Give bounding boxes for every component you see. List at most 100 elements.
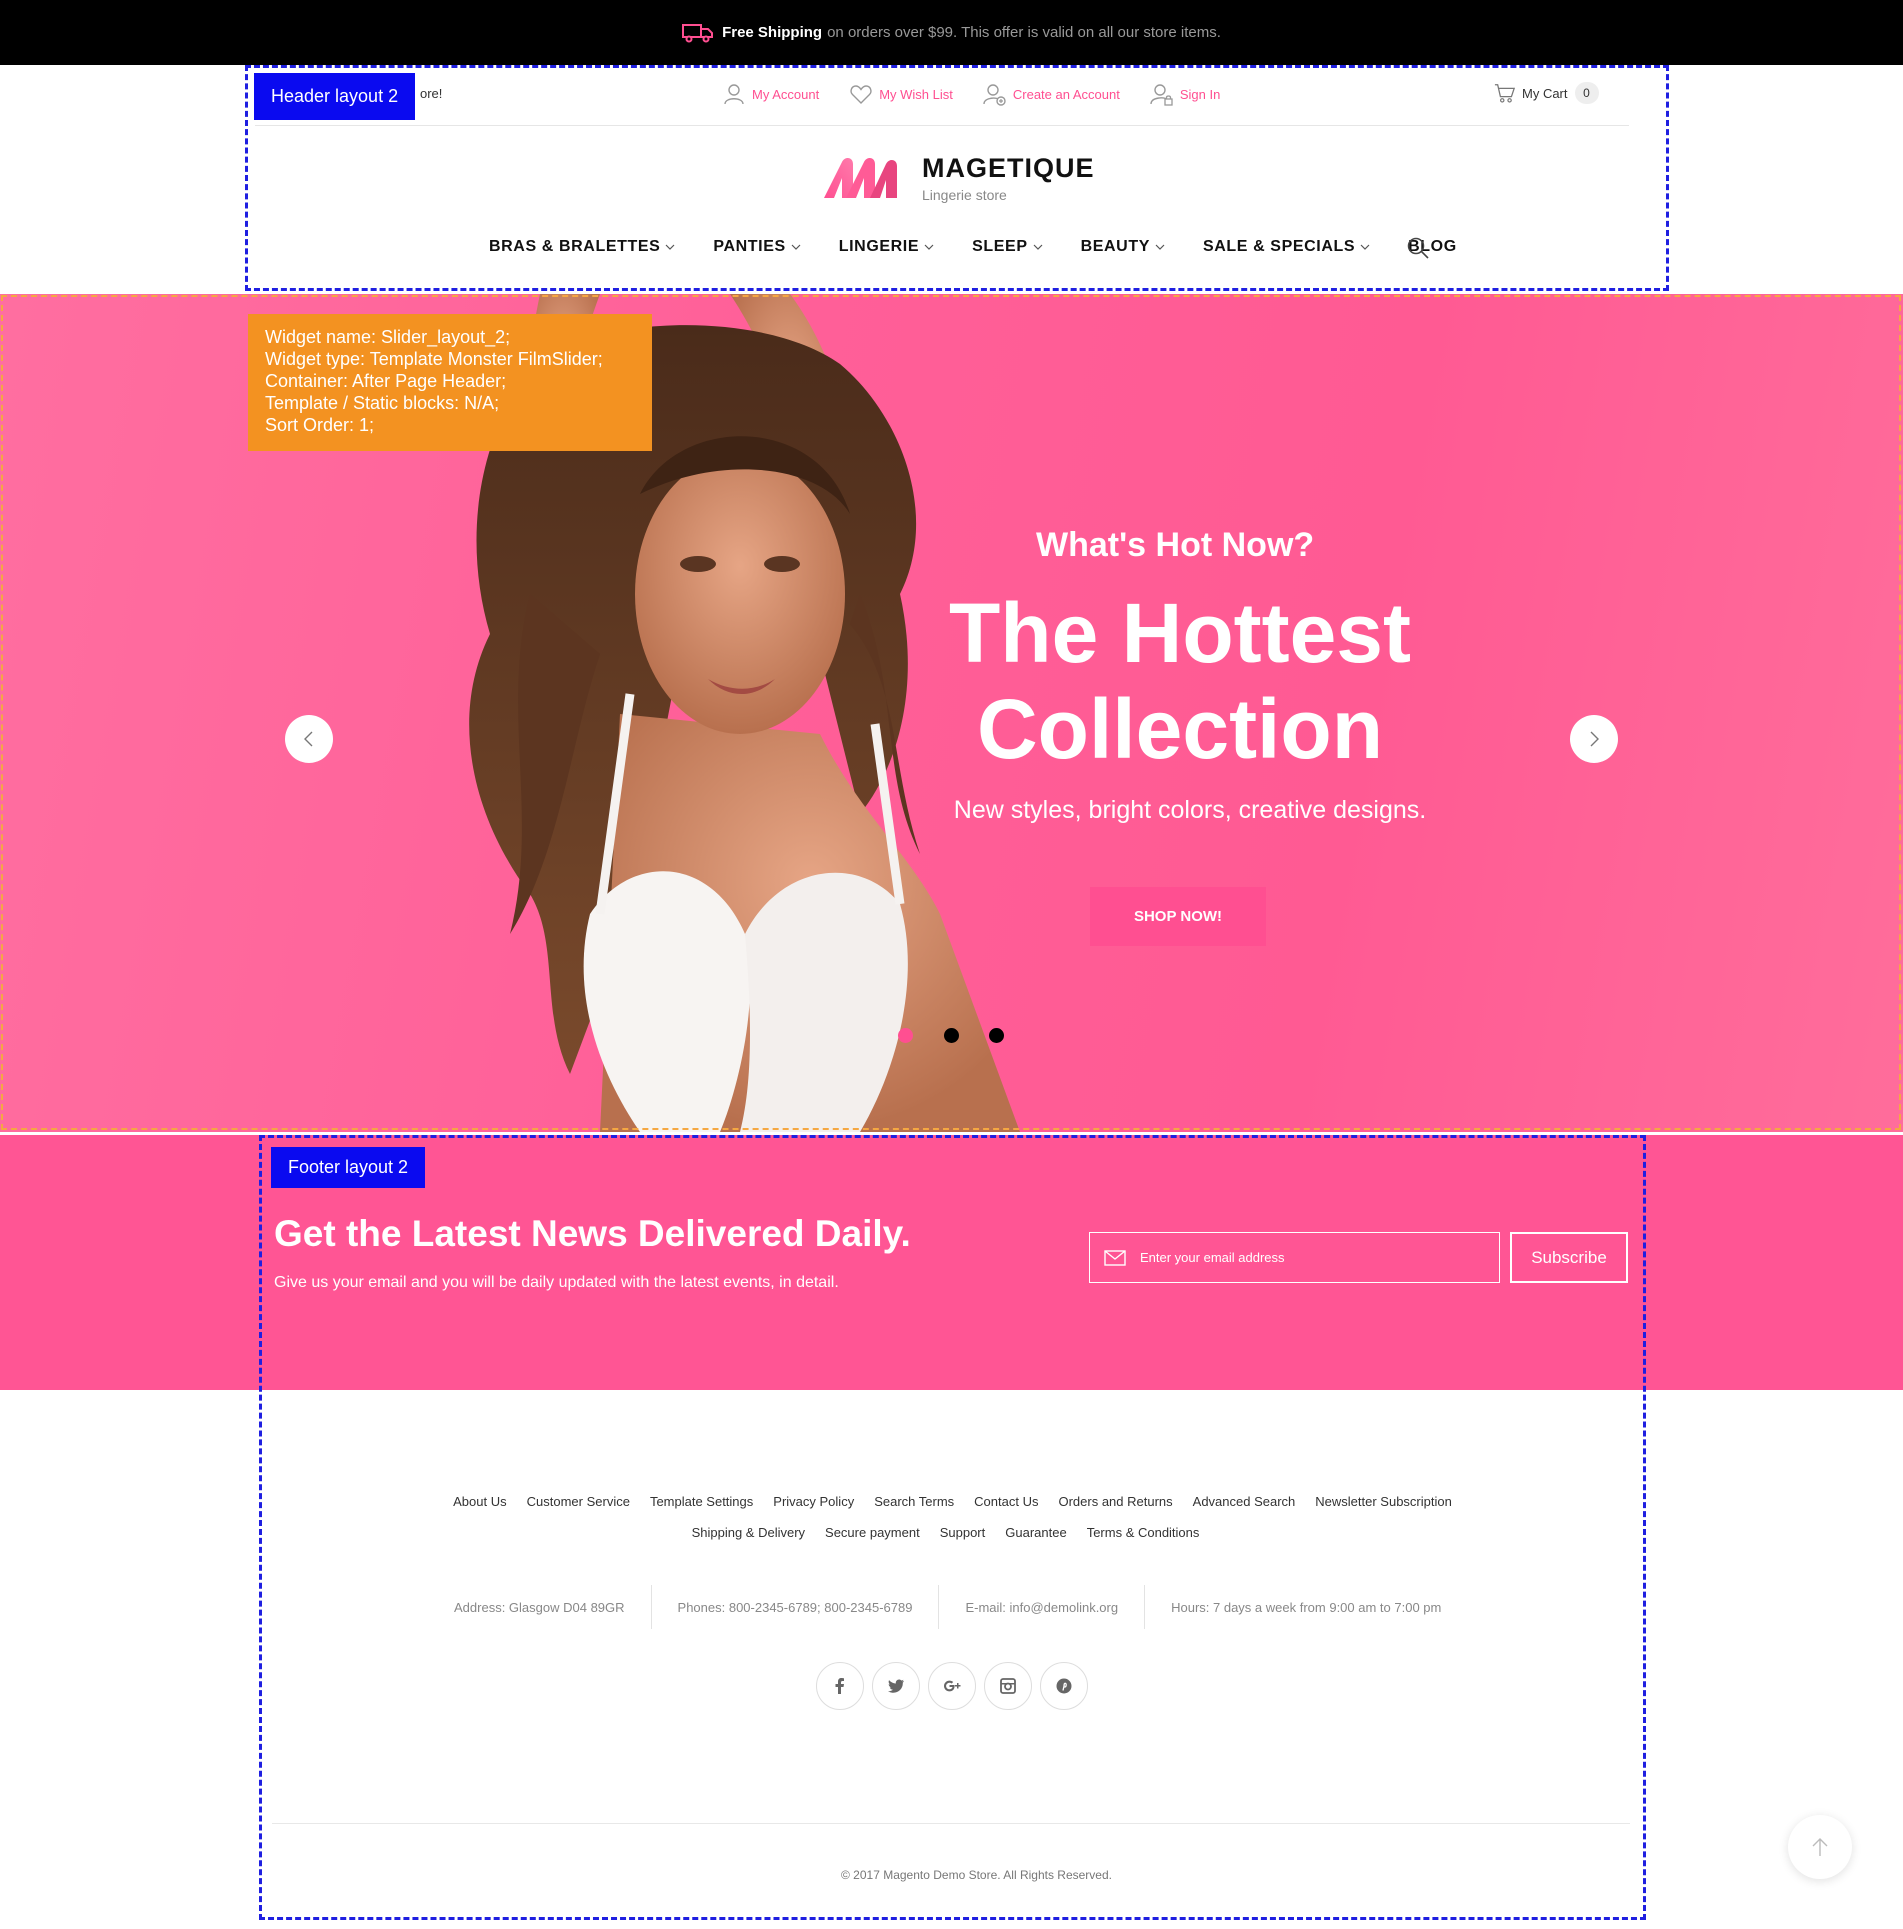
free-shipping-label: Free Shipping [722, 24, 823, 41]
footer-link[interactable]: Contact Us [974, 1494, 1038, 1509]
footer-link[interactable]: Advanced Search [1193, 1494, 1296, 1509]
slider-dot[interactable] [898, 1028, 913, 1043]
nav-label: LINGERIE [838, 238, 920, 255]
slider-dot[interactable] [989, 1028, 1004, 1043]
nav-sale-specials[interactable]: SALE & SPECIALS [1203, 238, 1370, 256]
shop-now-button[interactable]: SHOP NOW! [1090, 887, 1266, 946]
my-account-label: My Account [752, 86, 820, 102]
account-links: My Account My Wish List Create an Accoun… [722, 80, 1250, 108]
copyright-text: © 2017 Magento Demo Store. All Rights Re… [841, 1868, 1112, 1882]
logo-name: MAGETIQUE [922, 153, 1095, 183]
twitter-button[interactable] [872, 1662, 920, 1710]
my-account-link[interactable]: My Account [722, 82, 819, 106]
logo-mark-icon [824, 158, 897, 198]
footer-link[interactable]: Privacy Policy [773, 1494, 854, 1509]
footer-link[interactable]: Template Settings [650, 1494, 753, 1509]
slider-dot[interactable] [944, 1028, 959, 1043]
sign-in-link[interactable]: Sign In [1150, 82, 1220, 106]
free-shipping-message: on orders over $99. This offer is valid … [827, 24, 1221, 41]
widget-info-line: Widget type: Template Monster FilmSlider… [265, 349, 603, 369]
heart-icon [850, 85, 872, 104]
footer-divider [272, 1823, 1630, 1824]
nav-beauty[interactable]: BEAUTY [1081, 238, 1165, 256]
sign-in-label: Sign In [1179, 86, 1221, 102]
footer-layout-label: Footer layout 2 [271, 1147, 426, 1188]
user-add-icon [983, 84, 1006, 106]
footer-contacts: Address: Glasgow D04 89GR Phones: 800-23… [428, 1585, 1467, 1629]
nav-panties[interactable]: PANTIES [713, 238, 801, 256]
truck-icon [682, 23, 714, 42]
footer-link[interactable]: Shipping & Delivery [692, 1525, 805, 1540]
slider-next-button[interactable] [1570, 715, 1618, 763]
free-shipping-bar: Free Shipping on orders over $99. This o… [0, 0, 1903, 65]
store-logo[interactable]: MAGETIQUE Lingerie store [820, 152, 1095, 204]
user-lock-icon [1150, 84, 1173, 106]
main-navigation: BRAS & BRALETTES PANTIES LINGERIE SLEEP … [489, 236, 1495, 258]
nav-sleep[interactable]: SLEEP [972, 238, 1043, 256]
mini-cart[interactable]: My Cart 0 [1494, 82, 1599, 104]
contact-phones: Phones: 800-2345-6789; 800-2345-6789 [677, 1599, 913, 1615]
my-wish-list-link[interactable]: My Wish List [849, 82, 953, 106]
instagram-button[interactable] [984, 1662, 1032, 1710]
widget-info-line: Container: After Page Header; [265, 371, 507, 391]
cart-icon [1494, 84, 1516, 103]
chevron-right-icon [1590, 731, 1599, 747]
footer-link[interactable]: About Us [453, 1494, 506, 1509]
chevron-down-icon [1155, 244, 1165, 250]
contact-address: Address: Glasgow D04 89GR [454, 1599, 625, 1615]
create-account-link[interactable]: Create an Account [983, 82, 1120, 106]
footer-link[interactable]: Search Terms [874, 1494, 954, 1509]
footer-link[interactable]: Customer Service [527, 1494, 630, 1509]
slide-title-line2: Collection [976, 682, 1383, 776]
widget-info-line: Widget name: Slider_layout_2; [265, 327, 511, 347]
nav-label: SALE & SPECIALS [1202, 238, 1356, 255]
logo-tagline: Lingerie store [922, 187, 1007, 203]
chevron-down-icon [665, 244, 675, 250]
scroll-to-top-button[interactable] [1788, 1815, 1852, 1879]
chevron-down-icon [1033, 244, 1043, 250]
footer-links-row-2: Shipping & Delivery Secure payment Suppo… [0, 1525, 1897, 1540]
slide-title: The Hottest Collection [900, 585, 1460, 777]
contact-hours: Hours: 7 days a week from 9:00 am to 7:0… [1171, 1599, 1442, 1615]
footer-link[interactable]: Guarantee [1005, 1525, 1066, 1540]
footer-link[interactable]: Orders and Returns [1058, 1494, 1172, 1509]
facebook-icon [835, 1678, 844, 1694]
slide-title-line1: The Hottest [949, 586, 1411, 680]
footer-link[interactable]: Terms & Conditions [1087, 1525, 1200, 1540]
nav-label: BEAUTY [1080, 238, 1150, 255]
nav-label: PANTIES [713, 238, 786, 255]
twitter-icon [888, 1679, 904, 1693]
search-icon[interactable] [1406, 236, 1430, 260]
nav-bras-bralettes[interactable]: BRAS & BRALETTES [489, 238, 675, 256]
social-links [816, 1662, 1096, 1710]
slider-prev-button[interactable] [285, 715, 333, 763]
welcome-text: ore! [420, 86, 443, 101]
header-divider [255, 125, 1629, 126]
nav-label: BRAS & BRALETTES [489, 238, 661, 255]
facebook-button[interactable] [816, 1662, 864, 1710]
footer-link[interactable]: Newsletter Subscription [1315, 1494, 1452, 1509]
instagram-icon [1000, 1678, 1016, 1694]
chevron-down-icon [924, 244, 934, 250]
my-wish-list-label: My Wish List [879, 86, 953, 102]
chevron-down-icon [1360, 244, 1370, 250]
arrow-up-icon [1812, 1838, 1828, 1856]
footer-link[interactable]: Secure payment [825, 1525, 920, 1540]
widget-info-box: Widget name: Slider_layout_2; Widget typ… [248, 314, 652, 451]
cart-count-badge: 0 [1574, 82, 1599, 104]
nav-label: SLEEP [972, 238, 1028, 255]
google-plus-button[interactable] [928, 1662, 976, 1710]
pinterest-button[interactable] [1040, 1662, 1088, 1710]
google-plus-icon [944, 1680, 961, 1692]
header-layout-label: Header layout 2 [254, 73, 416, 120]
footer-link[interactable]: Support [940, 1525, 986, 1540]
nav-lingerie[interactable]: LINGERIE [839, 238, 934, 256]
footer-links-row-1: About Us Customer Service Template Setti… [1, 1494, 1903, 1509]
widget-info-line: Sort Order: 1; [265, 415, 375, 435]
contact-email: E-mail: info@demolink.org [965, 1599, 1119, 1615]
chevron-down-icon [791, 244, 801, 250]
pinterest-icon [1056, 1678, 1072, 1694]
widget-info-line: Template / Static blocks: N/A; [265, 393, 500, 413]
user-icon [724, 84, 744, 105]
create-account-label: Create an Account [1012, 86, 1120, 102]
